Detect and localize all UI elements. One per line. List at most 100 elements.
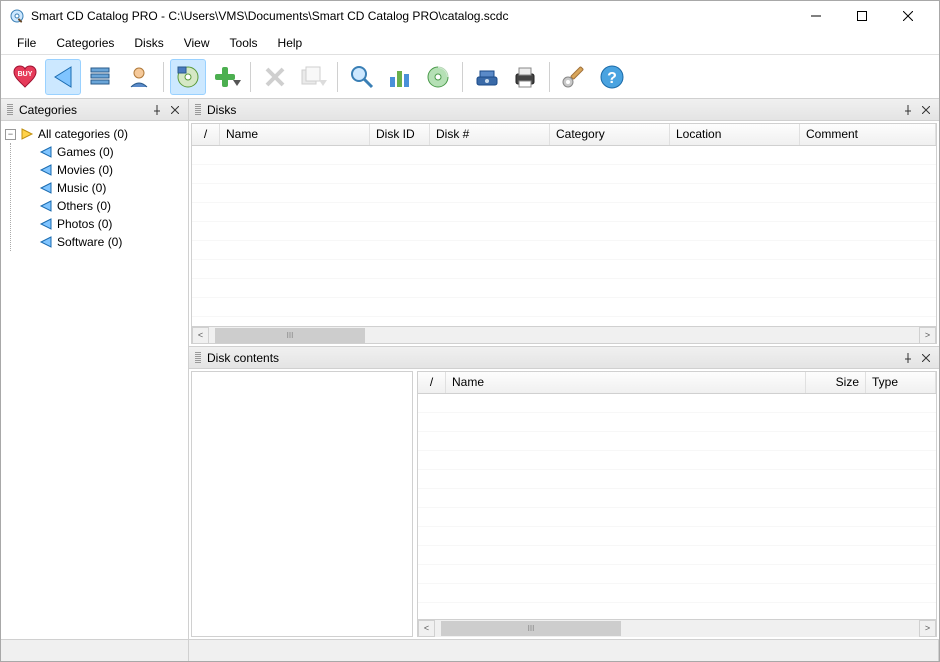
tree-item-label: Photos (0) (57, 217, 112, 231)
category-button[interactable] (45, 59, 81, 95)
tree-item[interactable]: Photos (0) (11, 215, 186, 233)
titlebar: Smart CD Catalog PRO - C:\Users\VMS\Docu… (1, 1, 939, 31)
toolbar-separator (462, 62, 463, 92)
contents-tree[interactable] (191, 371, 413, 637)
maximize-button[interactable] (839, 1, 885, 31)
disc-button[interactable] (420, 59, 456, 95)
import-button[interactable] (469, 59, 505, 95)
scroll-track[interactable]: III (209, 327, 919, 344)
category-icon (39, 145, 53, 159)
col-marker[interactable]: / (418, 372, 446, 393)
scroll-track[interactable]: III (435, 620, 919, 637)
disks-header: Disks (189, 99, 939, 121)
tree-item-label: Music (0) (57, 181, 106, 195)
tree-root[interactable]: − All categories (0) (3, 125, 186, 143)
add-disk-button[interactable] (170, 59, 206, 95)
pin-button[interactable] (901, 351, 915, 365)
disks-button[interactable] (83, 59, 119, 95)
contents-hscroll[interactable]: < III > (418, 619, 936, 636)
scroll-thumb[interactable]: III (441, 621, 621, 636)
close-button[interactable] (885, 1, 931, 31)
categories-title: Categories (19, 103, 150, 117)
svg-text:?: ? (607, 70, 617, 87)
delete-button[interactable] (257, 59, 293, 95)
col-marker[interactable]: / (192, 124, 220, 145)
panel-close-button[interactable] (168, 103, 182, 117)
category-icon (39, 235, 53, 249)
buy-button[interactable]: BUY (7, 59, 43, 95)
contents-header: Disk contents (189, 347, 939, 369)
col-type[interactable]: Type (866, 372, 936, 393)
menu-categories[interactable]: Categories (46, 33, 124, 53)
properties-button[interactable] (295, 59, 331, 95)
menu-help[interactable]: Help (268, 33, 313, 53)
contents-table-header: / Name Size Type (418, 372, 936, 394)
search-button[interactable] (344, 59, 380, 95)
col-category[interactable]: Category (550, 124, 670, 145)
pin-button[interactable] (901, 103, 915, 117)
col-size[interactable]: Size (806, 372, 866, 393)
tree-item[interactable]: Games (0) (11, 143, 186, 161)
disks-title: Disks (207, 103, 901, 117)
tree-item[interactable]: Music (0) (11, 179, 186, 197)
category-icon (39, 199, 53, 213)
menu-tools[interactable]: Tools (220, 33, 268, 53)
category-icon (39, 163, 53, 177)
statusbar-cell (1, 640, 189, 661)
disks-hscroll[interactable]: < III > (192, 326, 936, 343)
col-disk-id[interactable]: Disk ID (370, 124, 430, 145)
folder-play-icon (20, 127, 34, 141)
col-location[interactable]: Location (670, 124, 800, 145)
scroll-left-button[interactable]: < (192, 327, 209, 344)
svg-text:BUY: BUY (18, 71, 33, 78)
tree-item-label: Movies (0) (57, 163, 113, 177)
panel-close-button[interactable] (919, 351, 933, 365)
scroll-right-button[interactable]: > (919, 327, 936, 344)
menubar: File Categories Disks View Tools Help (1, 31, 939, 55)
window-controls (793, 1, 931, 31)
scroll-left-button[interactable]: < (418, 620, 435, 637)
add-button[interactable] (208, 59, 244, 95)
contents-panel: Disk contents / Name Size Type (189, 347, 939, 639)
tree-item-label: Games (0) (57, 145, 114, 159)
contents-title: Disk contents (207, 351, 901, 365)
right-panel: Disks / Name Disk ID Disk # Category Loc… (189, 99, 939, 639)
scroll-thumb[interactable]: III (215, 328, 365, 343)
contacts-button[interactable] (121, 59, 157, 95)
tree-item[interactable]: Others (0) (11, 197, 186, 215)
grip-icon (195, 104, 201, 116)
grip-icon (195, 352, 201, 364)
col-comment[interactable]: Comment (800, 124, 936, 145)
tree-expander[interactable]: − (5, 129, 16, 140)
settings-button[interactable] (556, 59, 592, 95)
tree-item[interactable]: Movies (0) (11, 161, 186, 179)
menu-disks[interactable]: Disks (124, 33, 173, 53)
disks-table-body[interactable] (192, 146, 936, 326)
disks-table-header: / Name Disk ID Disk # Category Location … (192, 124, 936, 146)
tree-item[interactable]: Software (0) (11, 233, 186, 251)
toolbar: BUY ? (1, 55, 939, 99)
disks-panel: Disks / Name Disk ID Disk # Category Loc… (189, 99, 939, 347)
tree-root-label: All categories (0) (38, 127, 128, 141)
help-button[interactable]: ? (594, 59, 630, 95)
pin-button[interactable] (150, 103, 164, 117)
toolbar-separator (549, 62, 550, 92)
toolbar-separator (163, 62, 164, 92)
contents-table-body[interactable] (418, 394, 936, 619)
category-icon (39, 181, 53, 195)
window-title: Smart CD Catalog PRO - C:\Users\VMS\Docu… (31, 9, 793, 23)
menu-file[interactable]: File (7, 33, 46, 53)
scroll-right-button[interactable]: > (919, 620, 936, 637)
minimize-button[interactable] (793, 1, 839, 31)
col-disk-num[interactable]: Disk # (430, 124, 550, 145)
col-name[interactable]: Name (446, 372, 806, 393)
categories-tree[interactable]: − All categories (0) Games (0) Movies (0… (1, 121, 188, 639)
toolbar-separator (250, 62, 251, 92)
disks-table: / Name Disk ID Disk # Category Location … (191, 123, 937, 344)
print-button[interactable] (507, 59, 543, 95)
col-name[interactable]: Name (220, 124, 370, 145)
menu-view[interactable]: View (174, 33, 220, 53)
panel-close-button[interactable] (919, 103, 933, 117)
statistics-button[interactable] (382, 59, 418, 95)
toolbar-separator (337, 62, 338, 92)
